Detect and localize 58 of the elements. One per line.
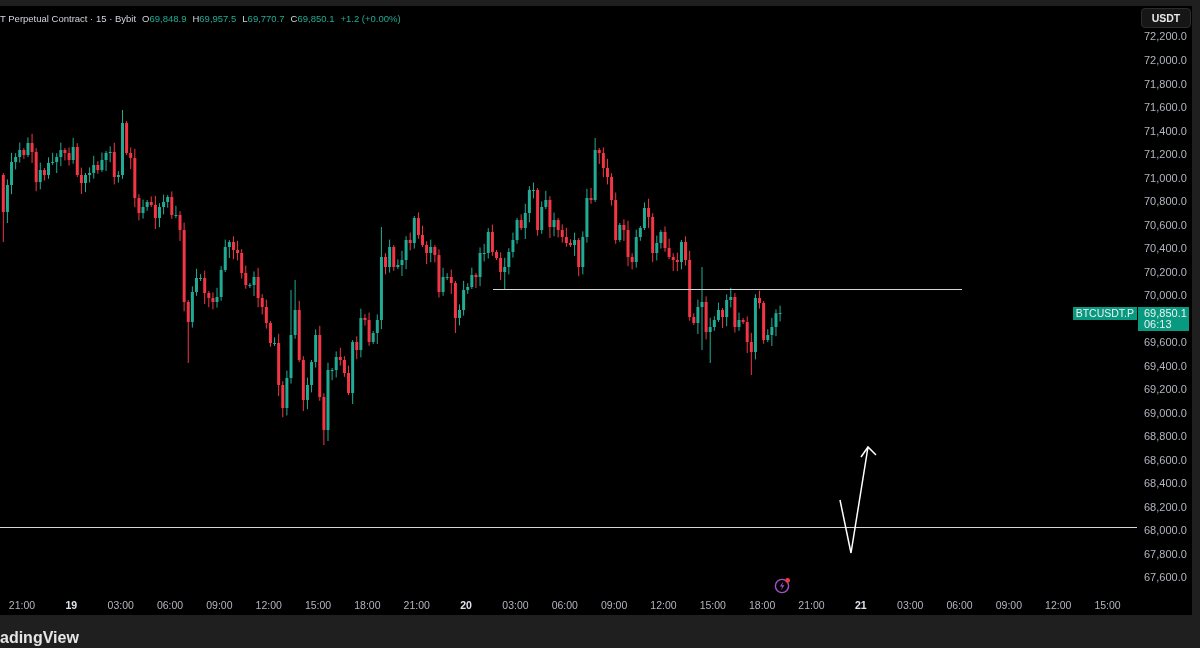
time-label: 03:00 (106, 600, 135, 611)
time-label: 21:00 (7, 600, 37, 611)
price-tick-label: 70,800.0 (1144, 196, 1187, 208)
time-label: 09:00 (600, 600, 629, 611)
price-tick-label: 68,200.0 (1144, 501, 1187, 513)
ohlc-reading: C69,850.1 (290, 13, 335, 23)
time-label: 06:00 (550, 600, 579, 611)
price-tick-label: 68,800.0 (1144, 431, 1187, 443)
time-label: 21:00 (797, 600, 826, 611)
ohlc-reading: L69,770.7 (242, 13, 285, 23)
time-label: 15:00 (1093, 600, 1122, 611)
time-label: 18:00 (748, 600, 777, 611)
price-tick-label: 69,600.0 (1144, 337, 1187, 349)
time-label: 03:00 (501, 600, 530, 611)
time-label: 12:00 (254, 600, 283, 611)
symbol-title: T Perpetual Contract · 15 · Bybit (0, 13, 137, 23)
price-tick-label: 70,200.0 (1144, 266, 1187, 278)
lightning-icon[interactable] (774, 577, 791, 594)
price-tick-label: 68,000.0 (1144, 525, 1187, 537)
time-label: 12:00 (649, 600, 678, 611)
date-label: 19 (64, 600, 79, 611)
time-label: 09:00 (205, 600, 234, 611)
time-label: 09:00 (994, 600, 1023, 611)
price-tick-label: 69,400.0 (1144, 360, 1187, 372)
price-tick-label: 68,600.0 (1144, 454, 1187, 466)
price-tick-label: 71,800.0 (1144, 78, 1187, 90)
brand-wordmark: adingView (0, 630, 80, 646)
price-tick-label: 71,000.0 (1144, 172, 1187, 184)
price-tick-label: 72,000.0 (1144, 55, 1187, 66)
price-tick-label: 71,200.0 (1144, 149, 1187, 161)
last-price: 69,850.1 (1144, 307, 1188, 320)
bar-countdown: 06:13 (1144, 319, 1172, 331)
price-tick-label: 71,600.0 (1144, 102, 1187, 114)
time-label: 15:00 (698, 600, 727, 611)
price-tick-label: 69,000.0 (1144, 407, 1187, 419)
currency-button[interactable]: USDT (1141, 8, 1191, 28)
date-label: 20 (459, 600, 473, 611)
time-label: 15:00 (303, 600, 333, 611)
symbol-tag: BTCUSDT.P (1072, 307, 1137, 321)
price-tick-label: 70,000.0 (1144, 290, 1187, 302)
time-label: 21:00 (402, 600, 431, 611)
price-tick-label: 70,600.0 (1144, 219, 1187, 231)
price-tick-label: 71,400.0 (1144, 125, 1187, 137)
price-tick-label: 70,400.0 (1144, 243, 1187, 255)
ohlc-reading: H69,957.5 (192, 13, 237, 23)
price-tick-label: 67,800.0 (1144, 548, 1187, 560)
price-tick-label: 68,400.0 (1144, 478, 1187, 490)
ohlc-reading: O69,848.9 (142, 13, 187, 23)
time-label: 06:00 (945, 600, 974, 611)
date-label: 21 (854, 600, 868, 611)
time-label: 03:00 (896, 600, 925, 611)
time-label: 18:00 (353, 600, 382, 611)
price-change: +1.2 (+0.00%) (340, 13, 401, 23)
price-tick-label: 72,200.0 (1144, 31, 1187, 43)
price-tick-label: 69,200.0 (1144, 384, 1187, 396)
time-label: 06:00 (155, 600, 185, 611)
price-tick-label: 67,600.0 (1144, 572, 1187, 584)
time-label: 12:00 (1044, 600, 1073, 611)
